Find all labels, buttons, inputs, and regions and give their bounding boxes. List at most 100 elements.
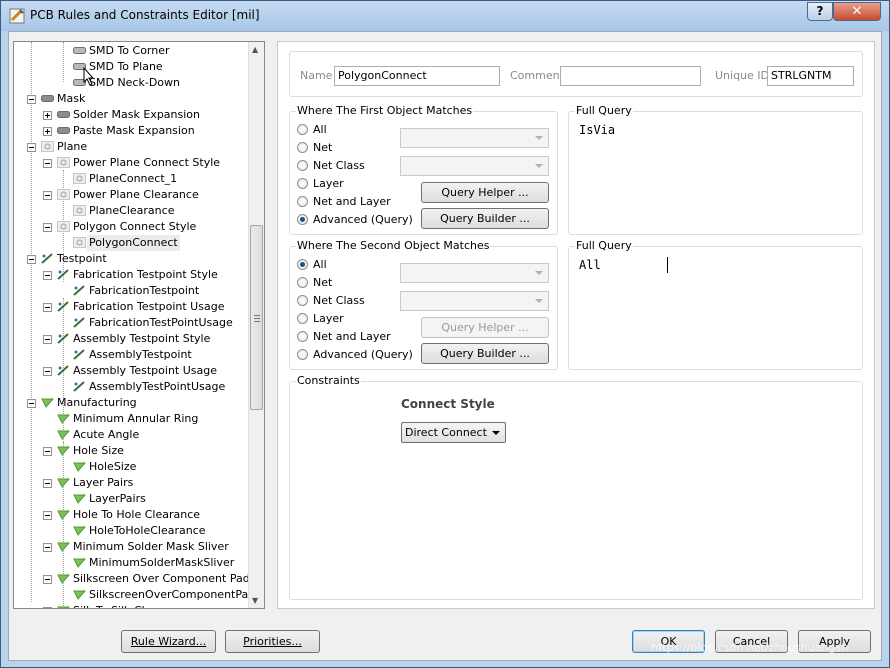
- tree-row[interactable]: SMD Neck-Down: [14, 75, 248, 91]
- priorities-button[interactable]: Priorities...: [225, 630, 320, 653]
- radio-button-icon[interactable]: [297, 259, 308, 270]
- collapse-icon[interactable]: [27, 255, 36, 264]
- tree-row[interactable]: Silkscreen Over Component Pads: [14, 571, 248, 587]
- tree-row[interactable]: Minimum Annular Ring: [14, 411, 248, 427]
- rule-tree[interactable]: SMD To Corner SMD To Plane SMD Neck-Down Ma…: [13, 41, 265, 609]
- first-match-radio-net[interactable]: Net: [297, 140, 402, 156]
- tree-row[interactable]: PlaneConnect_1: [14, 171, 248, 187]
- second-query-builder-button[interactable]: Query Builder ...: [421, 343, 549, 364]
- scroll-thumb[interactable]: [250, 225, 263, 410]
- tree-scrollbar[interactable]: ▲ ▼: [248, 42, 264, 608]
- expand-icon[interactable]: [43, 127, 52, 136]
- tree-row[interactable]: FabricationTestPointUsage: [14, 315, 248, 331]
- radio-button-icon[interactable]: [297, 331, 308, 342]
- tree-row[interactable]: Testpoint: [14, 251, 248, 267]
- first-full-query-text[interactable]: IsVia: [579, 123, 615, 137]
- collapse-icon[interactable]: [27, 399, 36, 408]
- collapse-icon[interactable]: [43, 607, 52, 608]
- collapse-icon[interactable]: [43, 543, 52, 552]
- radio-button-icon[interactable]: [297, 178, 308, 189]
- tree-row[interactable]: AssemblyTestPointUsage: [14, 379, 248, 395]
- radio-button-icon[interactable]: [297, 160, 308, 171]
- collapse-icon[interactable]: [43, 335, 52, 344]
- tree-row[interactable]: Hole Size: [14, 443, 248, 459]
- tree-row[interactable]: FabricationTestpoint: [14, 283, 248, 299]
- tree-row[interactable]: HoleToHoleClearance: [14, 523, 248, 539]
- tree-row[interactable]: SMD To Plane: [14, 59, 248, 75]
- collapse-icon[interactable]: [43, 447, 52, 456]
- collapse-icon[interactable]: [43, 159, 52, 168]
- close-button[interactable]: ✕: [833, 2, 881, 21]
- first-match-radio-net-class[interactable]: Net Class: [297, 158, 402, 174]
- radio-button-icon[interactable]: [297, 313, 308, 324]
- tree-row[interactable]: Assembly Testpoint Usage: [14, 363, 248, 379]
- collapse-icon[interactable]: [43, 303, 52, 312]
- connect-style-select[interactable]: Direct Connect: [401, 422, 506, 443]
- tree-row[interactable]: Acute Angle: [14, 427, 248, 443]
- second-full-query-text[interactable]: All: [579, 258, 601, 272]
- second-match-radio-all[interactable]: All: [297, 257, 402, 273]
- first-match-radio-advanced-query[interactable]: Advanced (Query): [297, 212, 413, 228]
- first-query-builder-button[interactable]: Query Builder ...: [421, 208, 549, 229]
- rule-name-field[interactable]: PolygonConnect: [334, 66, 500, 86]
- first-query-helper-button[interactable]: Query Helper ...: [421, 182, 549, 203]
- radio-button-icon[interactable]: [297, 196, 308, 207]
- second-query-helper-button[interactable]: Query Helper ...: [421, 317, 549, 338]
- tree-row[interactable]: Fabrication Testpoint Usage: [14, 299, 248, 315]
- first-match-radio-all[interactable]: All: [297, 122, 402, 138]
- tree-row[interactable]: SMD To Corner: [14, 43, 248, 59]
- collapse-icon[interactable]: [27, 95, 36, 104]
- collapse-icon[interactable]: [43, 223, 52, 232]
- tree-row[interactable]: Polygon Connect Style: [14, 219, 248, 235]
- tree-row[interactable]: SilkscreenOverComponentPac: [14, 587, 248, 603]
- tree-row[interactable]: Layer Pairs: [14, 475, 248, 491]
- tree-row[interactable]: LayerPairs: [14, 491, 248, 507]
- radio-button-icon[interactable]: [297, 349, 308, 360]
- tree-row[interactable]: Silk To Silk Clearance: [14, 603, 248, 608]
- tree-row[interactable]: Mask: [14, 91, 248, 107]
- radio-button-icon[interactable]: [297, 295, 308, 306]
- second-match-radio-net-class[interactable]: Net Class: [297, 293, 402, 309]
- radio-button-icon[interactable]: [297, 142, 308, 153]
- tree-row[interactable]: Minimum Solder Mask Sliver: [14, 539, 248, 555]
- collapse-icon[interactable]: [27, 143, 36, 152]
- tree-row[interactable]: Solder Mask Expansion: [14, 107, 248, 123]
- collapse-icon[interactable]: [43, 575, 52, 584]
- tree-row[interactable]: Power Plane Connect Style: [14, 155, 248, 171]
- unique-id-field[interactable]: STRLGNTM: [767, 66, 854, 86]
- rule-wizard-button[interactable]: Rule Wizard...: [121, 630, 216, 653]
- collapse-icon[interactable]: [43, 511, 52, 520]
- tree-row[interactable]: MinimumSolderMaskSliver: [14, 555, 248, 571]
- second-match-radio-advanced-query[interactable]: Advanced (Query): [297, 347, 413, 363]
- title-bar[interactable]: PCB Rules and Constraints Editor [mil] ?…: [1, 1, 889, 31]
- tree-row[interactable]: HoleSize: [14, 459, 248, 475]
- scroll-down-arrow-icon[interactable]: ▼: [252, 596, 258, 605]
- rule-comment-field[interactable]: [560, 66, 701, 86]
- collapse-icon[interactable]: [43, 479, 52, 488]
- scroll-up-arrow-icon[interactable]: ▲: [252, 45, 258, 54]
- tree-row[interactable]: Hole To Hole Clearance: [14, 507, 248, 523]
- collapse-icon[interactable]: [43, 191, 52, 200]
- radio-button-icon[interactable]: [297, 214, 308, 225]
- tree-row[interactable]: AssemblyTestpoint: [14, 347, 248, 363]
- radio-button-icon[interactable]: [297, 277, 308, 288]
- tree-row[interactable]: PlaneClearance: [14, 203, 248, 219]
- tree-row[interactable]: Fabrication Testpoint Style: [14, 267, 248, 283]
- help-button[interactable]: ?: [807, 2, 833, 21]
- collapse-icon[interactable]: [43, 367, 52, 376]
- tree-row[interactable]: Manufacturing: [14, 395, 248, 411]
- collapse-icon[interactable]: [43, 271, 52, 280]
- tree-row[interactable]: Power Plane Clearance: [14, 187, 248, 203]
- tree-row[interactable]: PolygonConnect: [14, 235, 248, 251]
- second-match-radio-net[interactable]: Net: [297, 275, 402, 291]
- manufacturing-rule-icon: [73, 461, 87, 472]
- first-match-radio-net-and-layer[interactable]: Net and Layer: [297, 194, 402, 210]
- second-match-radio-layer[interactable]: Layer: [297, 311, 402, 327]
- radio-button-icon[interactable]: [297, 124, 308, 135]
- tree-row[interactable]: Assembly Testpoint Style: [14, 331, 248, 347]
- tree-row[interactable]: Paste Mask Expansion: [14, 123, 248, 139]
- first-match-radio-layer[interactable]: Layer: [297, 176, 402, 192]
- tree-row[interactable]: Plane: [14, 139, 248, 155]
- second-match-radio-net-and-layer[interactable]: Net and Layer: [297, 329, 402, 345]
- expand-icon[interactable]: [43, 111, 52, 120]
